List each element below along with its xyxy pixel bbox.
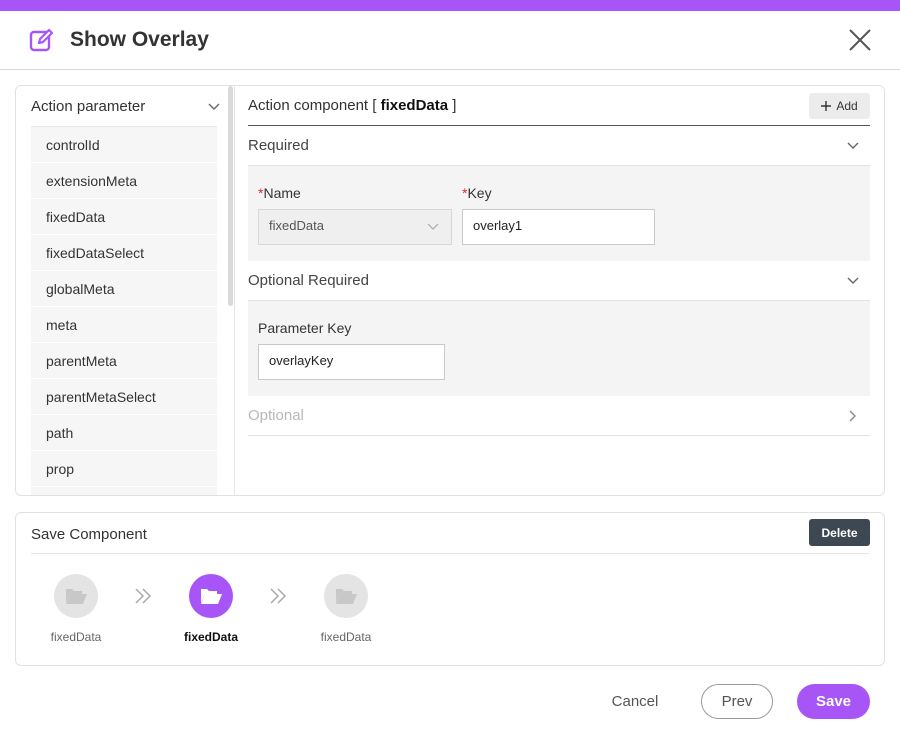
name-select-value: fixedData <box>269 218 324 233</box>
dialog-title: Show Overlay <box>70 28 209 51</box>
chevron-down-icon[interactable] <box>846 139 860 153</box>
key-field-label: *Key <box>462 185 492 201</box>
name-field-label: *Name <box>258 185 301 201</box>
action-component-header: Action component [ fixedData ] Add <box>248 86 870 126</box>
optional-required-section-header[interactable]: Optional Required <box>248 261 870 301</box>
action-parameter-title: Action parameter <box>31 98 146 115</box>
divider <box>31 553 870 554</box>
list-item[interactable]: controlId <box>31 127 217 163</box>
panel-divider <box>234 86 235 495</box>
save-component-title: Save Component <box>31 526 147 543</box>
save-component-panel: Save Component Delete fixedData fixedDat… <box>15 512 885 666</box>
save-button[interactable]: Save <box>797 684 870 719</box>
parameter-list-scrollbar[interactable] <box>228 86 233 306</box>
step-label: fixedData <box>183 630 239 644</box>
key-input[interactable]: overlay1 <box>462 209 655 245</box>
action-component-title: Action component [ fixedData ] <box>248 97 456 114</box>
prev-button[interactable]: Prev <box>701 684 773 719</box>
optional-required-section-title: Optional Required <box>248 272 369 289</box>
list-item[interactable]: prop <box>31 451 217 487</box>
step-circle[interactable] <box>324 574 368 618</box>
optional-section-header[interactable]: Optional <box>248 396 870 436</box>
step-label: fixedData <box>50 630 102 644</box>
list-item[interactable]: meta <box>31 307 217 343</box>
folder-open-icon <box>66 589 87 604</box>
cancel-button[interactable]: Cancel <box>603 684 667 719</box>
name-label-text: Name <box>263 185 301 201</box>
edit-icon <box>29 28 54 52</box>
add-button-label: Add <box>836 99 858 113</box>
dialog-header: Show Overlay <box>0 11 900 70</box>
optional-section-title: Optional <box>248 407 304 424</box>
chevron-down-icon[interactable] <box>207 100 221 114</box>
dialog-accent-bar <box>0 0 900 11</box>
parameter-key-label: Parameter Key <box>258 320 352 336</box>
list-item[interactable]: parentMetaSelect <box>31 379 217 415</box>
delete-button[interactable]: Delete <box>809 519 870 546</box>
action-component-prefix: Action component [ <box>248 97 381 114</box>
chevron-down-icon <box>427 223 439 230</box>
action-component-panel: Action component [ fixedData ] Add Requi… <box>248 86 870 495</box>
list-item[interactable]: extensionMeta <box>31 163 217 199</box>
required-section-header[interactable]: Required <box>248 126 870 166</box>
close-icon[interactable] <box>848 28 872 52</box>
step-circle[interactable] <box>189 574 233 618</box>
folder-open-icon <box>336 589 357 604</box>
required-section-title: Required <box>248 137 309 154</box>
step-circle[interactable] <box>54 574 98 618</box>
key-label-text: Key <box>467 185 492 201</box>
add-button[interactable]: Add <box>809 93 870 119</box>
action-component-suffix: ] <box>448 97 457 114</box>
plus-icon <box>821 101 832 111</box>
name-select[interactable]: fixedData <box>258 209 452 245</box>
list-item[interactable]: path <box>31 415 217 451</box>
folder-open-icon <box>201 589 222 604</box>
double-chevron-right-icon <box>135 588 152 604</box>
chevron-right-icon[interactable] <box>846 409 860 423</box>
list-item[interactable]: fixedData <box>31 199 217 235</box>
double-chevron-right-icon <box>270 588 287 604</box>
action-parameter-panel: Action parameter controlId extensionMeta… <box>16 86 235 495</box>
action-parameter-header[interactable]: Action parameter <box>31 96 231 126</box>
parameter-key-input[interactable]: overlayKey <box>258 344 445 380</box>
required-section-body: *Name fixedData *Key overlay1 <box>248 166 870 261</box>
chevron-down-icon[interactable] <box>846 274 860 288</box>
optional-required-section-body: Parameter Key overlayKey <box>248 301 870 396</box>
step-label: fixedData <box>320 630 372 644</box>
list-item[interactable]: globalMeta <box>31 271 217 307</box>
action-panel: Action parameter controlId extensionMeta… <box>15 85 885 496</box>
action-parameter-list: controlId extensionMeta fixedData fixedD… <box>31 126 217 495</box>
list-item[interactable]: fixedDataSelect <box>31 235 217 271</box>
action-component-name: fixedData <box>380 97 449 114</box>
list-item[interactable]: parentMeta <box>31 343 217 379</box>
list-item[interactable] <box>31 487 217 495</box>
